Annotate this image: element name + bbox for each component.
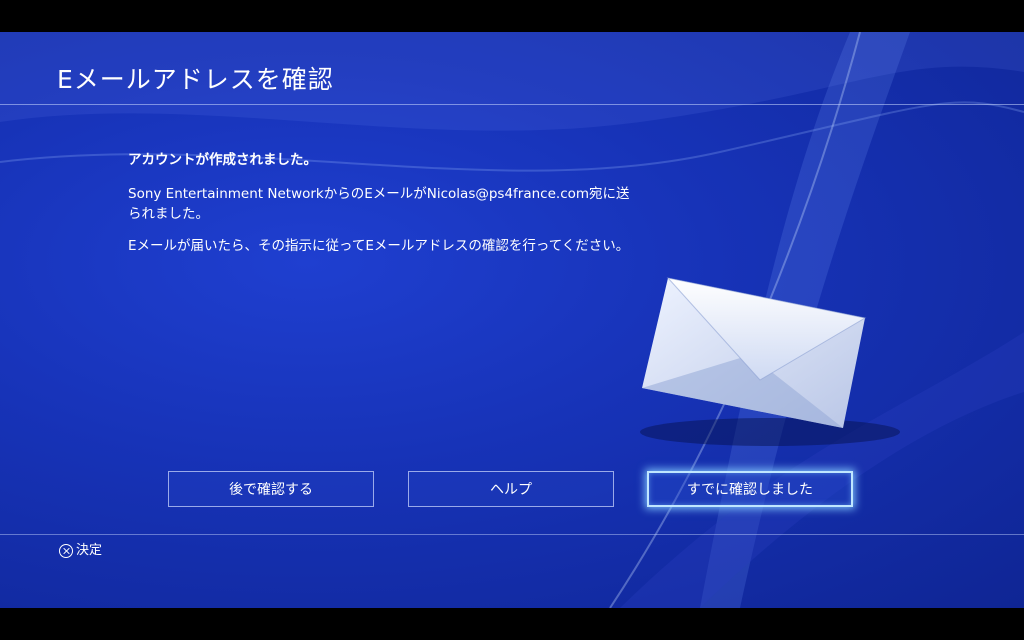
help-button[interactable]: ヘルプ	[408, 471, 614, 507]
message-line-1: Sony Entertainment NetworkからのEメールがNicola…	[128, 186, 630, 222]
message-heading: アカウントが作成されました。	[128, 152, 317, 168]
ps4-screen: Eメールアドレスを確認 アカウントが作成されました。 Sony Entertai…	[0, 32, 1024, 608]
check-later-button[interactable]: 後で確認する	[168, 471, 374, 507]
header-divider	[0, 104, 1024, 105]
envelope-icon	[640, 277, 900, 446]
footer-hint: 決定	[59, 542, 102, 560]
message-area: アカウントが作成されました。 Sony Entertainment Networ…	[128, 150, 638, 268]
footer-divider	[0, 534, 1024, 535]
already-confirmed-button[interactable]: すでに確認しました	[647, 471, 853, 507]
message-line-2: Eメールが届いたら、その指示に従ってEメールアドレスの確認を行ってください。	[128, 238, 630, 254]
page-title: Eメールアドレスを確認	[57, 65, 334, 94]
cross-button-icon	[59, 543, 73, 558]
confirm-hint-label: 決定	[76, 543, 103, 558]
